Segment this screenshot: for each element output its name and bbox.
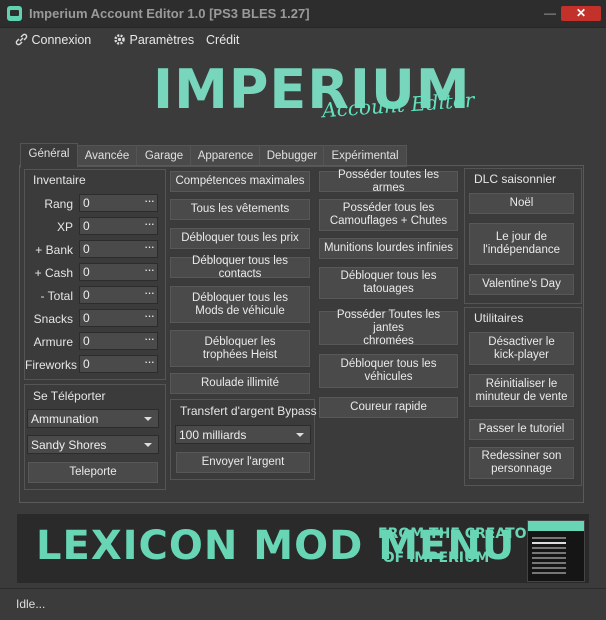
chevron-down-icon (144, 443, 152, 447)
banner-line2: OF IMPERIUM (382, 550, 490, 566)
banner-line1: FROM THE CREATOR (378, 526, 538, 542)
chevron-down-icon (296, 433, 304, 437)
field-label: + Bank (35, 243, 73, 257)
menu-connexion[interactable]: Connexion (15, 33, 91, 47)
transfert-title: Transfert d'argent Bypass (180, 404, 317, 418)
tutoriel-button[interactable]: Passer le tutoriel (468, 418, 575, 441)
armure-input[interactable]: 0 ··· (79, 331, 158, 350)
competences-button[interactable]: Compétences maximales (169, 170, 311, 193)
ellipsis-icon[interactable]: ··· (144, 262, 155, 277)
send-money-button[interactable]: Envoyer l'argent (175, 451, 311, 474)
vetements-button[interactable]: Tous les vêtements (169, 198, 311, 221)
fireworks-input[interactable]: 0 ··· (79, 354, 158, 373)
title-bar: Imperium Account Editor 1.0 [PS3 BLES 1.… (0, 0, 606, 28)
jantes-button[interactable]: Posséder Toutes les jantes chromées (318, 309, 459, 347)
ellipsis-icon[interactable]: ··· (144, 285, 155, 300)
cash-input[interactable]: 0 ··· (79, 262, 158, 281)
link-icon (15, 33, 28, 46)
imperium-logo: IMPERIUM Account Editor (0, 55, 606, 135)
tab-general[interactable]: Général (20, 143, 78, 168)
menu-preview-header (528, 521, 584, 531)
tab-debugger[interactable]: Debugger (259, 145, 325, 167)
teleport-title: Se Téléporter (33, 389, 106, 403)
minimize-button[interactable]: — (538, 6, 562, 21)
close-button[interactable]: ✕ (561, 6, 601, 21)
prix-button[interactable]: Débloquer tous les prix (169, 227, 311, 250)
ellipsis-icon[interactable]: ··· (144, 193, 155, 208)
personnage-button[interactable]: Redessiner son personnage (468, 446, 575, 480)
total-input[interactable]: 0 ··· (79, 285, 158, 304)
tab-experimental[interactable]: Expérimental (323, 145, 407, 167)
bank-input[interactable]: 0 ··· (79, 239, 158, 258)
coureur-button[interactable]: Coureur rapide (318, 396, 459, 419)
field-label: Snacks (33, 312, 73, 326)
camouflages-button[interactable]: Posséder tous les Camouflages + Chutes (318, 198, 459, 232)
independance-button[interactable]: Le jour de l'indépendance (468, 222, 575, 266)
ellipsis-icon[interactable]: ··· (144, 354, 155, 369)
field-label: Rang (44, 197, 73, 211)
munitions-button[interactable]: Munitions lourdes infinies (318, 237, 459, 260)
ellipsis-icon[interactable]: ··· (144, 331, 155, 346)
lexicon-banner[interactable]: LEXICON MOD MENU FROM THE CREATOR OF IMP… (17, 514, 589, 583)
dlc-title: DLC saisonnier (474, 172, 557, 186)
location-select-1[interactable]: Ammunation (27, 409, 159, 428)
valentine-button[interactable]: Valentine's Day (468, 273, 575, 296)
field-label: Armure (33, 335, 73, 349)
menu-bar: Connexion Paramètres Crédit (0, 29, 606, 51)
inventaire-title: Inventaire (33, 173, 86, 187)
contacts-button[interactable]: Débloquer tous les contacts (169, 255, 311, 280)
menu-credit[interactable]: Crédit (206, 33, 239, 47)
utilitaires-title: Utilitaires (474, 311, 524, 325)
menu-connexion-label: Connexion (31, 33, 92, 47)
status-text: Idle... (16, 597, 46, 611)
field-label: + Cash (34, 266, 73, 280)
vehicules-button[interactable]: Débloquer tous les véhicules (318, 353, 459, 389)
armes-button[interactable]: Posséder toutes les armes (318, 169, 459, 194)
field-label: - Total (40, 289, 73, 303)
noel-button[interactable]: Noël (468, 192, 575, 215)
kick-player-button[interactable]: Désactiver le kick-player (468, 331, 575, 366)
field-label: Fireworks (25, 358, 78, 372)
status-bar: Idle... (0, 588, 606, 620)
snacks-input[interactable]: 0 ··· (79, 308, 158, 327)
ellipsis-icon[interactable]: ··· (144, 308, 155, 323)
ellipsis-icon[interactable]: ··· (144, 239, 155, 254)
menu-parametres-label: Paramètres (129, 33, 195, 47)
window-title: Imperium Account Editor 1.0 [PS3 BLES 1.… (29, 6, 310, 21)
heist-trophees-button[interactable]: Débloquer les trophées Heist (169, 329, 311, 368)
amount-select[interactable]: 100 milliards (175, 425, 311, 444)
tab-apparence[interactable]: Apparence (190, 145, 261, 167)
tab-garage[interactable]: Garage (136, 145, 192, 167)
teleport-button[interactable]: Teleporte (27, 461, 159, 484)
app-icon (7, 6, 22, 21)
gear-icon (114, 34, 125, 45)
rang-input[interactable]: 0 ··· (79, 193, 158, 212)
field-label: XP (56, 220, 73, 234)
chevron-down-icon (144, 417, 152, 421)
minuteur-button[interactable]: Réinitialiser le minuteur de vente (468, 373, 575, 408)
menu-parametres[interactable]: Paramètres (113, 33, 194, 47)
ellipsis-icon[interactable]: ··· (144, 216, 155, 231)
tab-avancee[interactable]: Avancée (76, 145, 138, 167)
mods-vehicule-button[interactable]: Débloquer tous les Mods de véhicule (169, 285, 311, 324)
location-select-2[interactable]: Sandy Shores (27, 435, 159, 454)
menu-preview-image (527, 520, 585, 582)
roulade-button[interactable]: Roulade illimité (169, 372, 311, 395)
tatouages-button[interactable]: Débloquer tous les tatouages (318, 266, 459, 300)
xp-input[interactable]: 0 ··· (79, 216, 158, 235)
